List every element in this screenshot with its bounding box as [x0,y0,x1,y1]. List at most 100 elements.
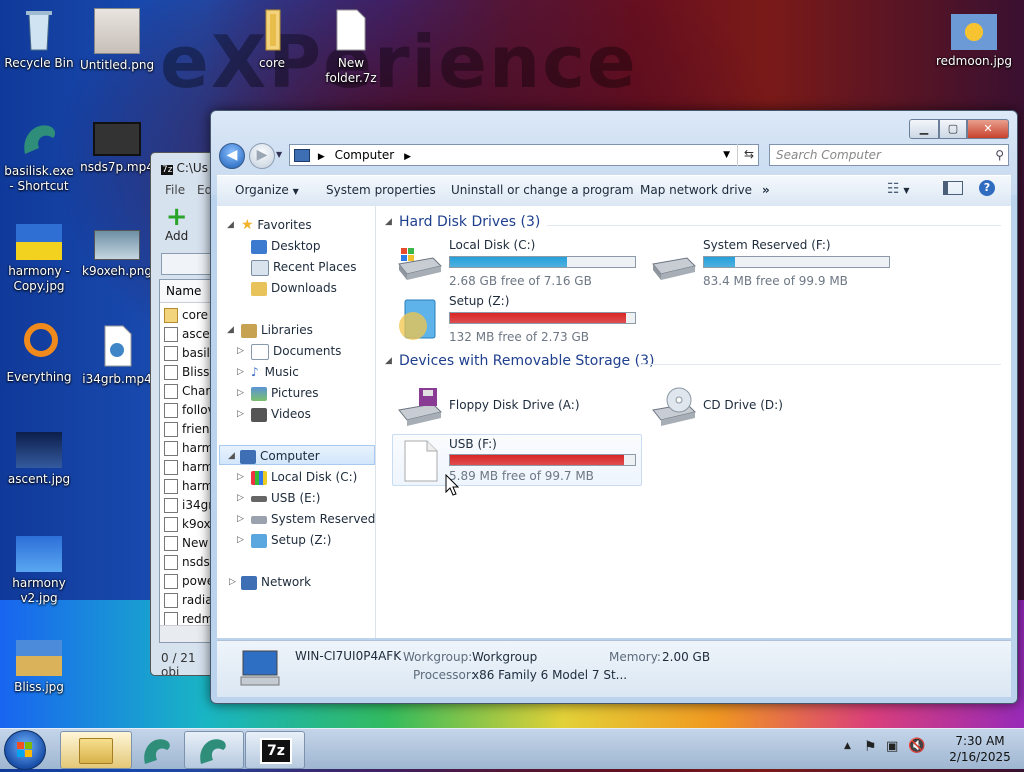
drive-system-reserved-f[interactable]: System Reserved (F:) 83.4 MB free of 99.… [649,238,899,290]
desktop-icon-everything[interactable]: Everything [1,322,77,385]
expand-arrow-icon[interactable]: ▷ [237,488,244,508]
expand-arrow-icon[interactable]: ▷ [237,530,244,550]
expand-arrow-icon[interactable]: ▷ [237,362,244,382]
nav-pictures[interactable]: ▷ Pictures [237,383,319,403]
organize-button[interactable]: Organize ▼ [235,183,299,197]
list-item[interactable]: radia [164,591,213,609]
change-view-button[interactable]: ☷ ▼ [887,181,910,197]
back-button[interactable]: ◀ [219,143,245,169]
taskbar-basilisk-2[interactable] [184,731,244,769]
forward-button[interactable]: ▶ [249,143,275,169]
navigation-pane[interactable]: ◢ ★ Favorites Desktop Recent Places Down… [217,206,376,638]
close-button[interactable]: ✕ [967,119,1009,139]
action-center-flag-icon[interactable]: ⚑ [864,739,877,755]
expand-arrow-icon[interactable]: ▷ [237,509,244,529]
search-input[interactable]: Search Computer ⚲ [769,144,1009,166]
expand-arrow-icon[interactable]: ▷ [237,404,244,424]
drive-cd-d[interactable]: CD Drive (D:) [649,382,899,434]
help-button[interactable]: ? [979,180,995,196]
list-item[interactable]: k9oxe [164,515,215,533]
7zip-menu-file[interactable]: File [165,183,185,197]
address-dropdown-icon[interactable]: ▼ [723,145,730,165]
nav-videos[interactable]: ▷ Videos [237,404,311,424]
nav-system-reserved-f[interactable]: ▷System Reserved (F:) [237,509,375,529]
taskbar-7zip[interactable]: 7z [245,731,305,769]
list-item[interactable]: follov [164,401,215,419]
nav-usb-e[interactable]: ▷ USB (E:) [237,488,320,508]
drives-view[interactable]: ◢ Hard Disk Drives (3) Local Disk (C:) 2… [377,206,1011,638]
nav-recent-places[interactable]: Recent Places [251,257,356,277]
drive-local-disk-c[interactable]: Local Disk (C:) 2.68 GB free of 7.16 GB [395,238,645,290]
address-chevron-icon[interactable]: ▶ [318,152,325,162]
nav-computer[interactable]: ◢ Computer [219,445,375,465]
list-item[interactable]: nsds7 [164,553,215,571]
expand-arrow-icon[interactable]: ▷ [229,572,236,592]
refresh-button[interactable]: ⇆ [737,144,760,166]
desktop-icon-ascent[interactable]: ascent.jpg [1,432,77,487]
list-item[interactable]: New [164,534,208,552]
nav-libraries[interactable]: ◢ Libraries [227,320,313,340]
desktop-icon-i34grb-mp4[interactable]: i34grb.mp4 [79,324,155,387]
start-button[interactable] [4,730,46,770]
address-bar[interactable]: ▶ Computer ▶ ▼ [289,144,759,166]
minimize-button[interactable]: ▁ [909,119,939,139]
desktop-icon-harmony-v2[interactable]: harmony v2.jpg [1,536,77,606]
list-item[interactable]: friend [164,420,215,438]
expand-arrow-icon[interactable]: ◢ [227,215,234,235]
taskbar-basilisk[interactable] [132,731,182,769]
list-item[interactable]: harm [164,477,213,495]
7zip-window[interactable]: 7z C:\Us File Ed + Add Name core ascen basi… [150,152,216,676]
desktop-icon-k9oxeh[interactable]: k9oxeh.png [79,230,155,279]
desktop-icon-recycle-bin[interactable]: Recycle Bin [1,8,77,71]
desktop-icon-new-folder-7z[interactable]: New folder.7z [313,8,389,86]
list-item[interactable]: Bliss. [164,363,213,381]
search-icon[interactable]: ⚲ [995,145,1004,165]
expand-arrow-icon[interactable]: ▷ [237,467,244,487]
desktop-icon-redmoon-jpg[interactable]: redmoon.jpg [936,14,1012,69]
list-item[interactable]: ascen [164,325,215,343]
nav-network[interactable]: ▷ Network [229,572,311,592]
network-icon[interactable]: ▣ [886,739,898,754]
collapse-arrow-icon[interactable]: ◢ [385,356,392,366]
desktop-icon-untitled-png[interactable]: Untitled.png [79,8,155,73]
nav-downloads[interactable]: Downloads [251,278,337,298]
group-hard-disk-drives[interactable]: ◢ Hard Disk Drives (3) [385,214,540,230]
7zip-file-list[interactable]: Name core ascen basili Bliss. Chara follov fri… [159,279,215,643]
show-hidden-icons-button[interactable]: ▲ [844,741,851,751]
list-item[interactable]: harm [164,439,213,457]
taskbar-explorer[interactable] [60,731,132,769]
drive-usb-f[interactable]: USB (F:) 5.89 MB free of 99.7 MB [392,434,642,486]
nav-setup-z[interactable]: ▷ Setup (Z:) [237,530,331,550]
address-segment-computer[interactable]: Computer [335,148,395,162]
nav-desktop[interactable]: Desktop [251,236,321,256]
preview-pane-button[interactable] [943,181,963,198]
drive-floppy-a[interactable]: Floppy Disk Drive (A:) [395,382,645,434]
clock[interactable]: 7:30 AM 2/16/2025 [942,733,1018,765]
group-removable-storage[interactable]: ◢ Devices with Removable Storage (3) [385,353,654,369]
map-network-drive-button[interactable]: Map network drive [640,183,752,197]
expand-arrow-icon[interactable]: ▷ [237,341,244,361]
nav-documents[interactable]: ▷ Documents [237,341,341,361]
desktop-icon-nsds7p-mp4[interactable]: nsds7p.mp4 [79,122,155,175]
desktop-icon-harmony-copy[interactable]: harmony - Copy.jpg [1,224,77,294]
recent-pages-dropdown[interactable]: ▼ [276,150,282,159]
desktop-icon-bliss[interactable]: Bliss.jpg [1,640,77,695]
more-commands-button[interactable]: » [762,183,770,197]
list-item[interactable]: basili [164,344,213,362]
maximize-button[interactable]: ▢ [939,119,967,139]
explorer-window[interactable]: ▁ ▢ ✕ ◀ ▶ ▼ ▶ Computer ▶ ▼ ⇆ Search Comp… [210,110,1018,704]
7zip-path-bar[interactable] [161,253,215,275]
nav-local-disk-c[interactable]: ▷ Local Disk (C:) [237,467,357,487]
list-item[interactable]: Chara [164,382,215,400]
expand-arrow-icon[interactable]: ▷ [237,383,244,403]
nav-music[interactable]: ▷ ♪ Music [237,362,299,382]
address-chevron-icon[interactable]: ▶ [404,152,411,162]
uninstall-program-button[interactable]: Uninstall or change a program [451,183,634,197]
expand-arrow-icon[interactable]: ◢ [228,446,235,466]
desktop-icon-core[interactable]: core [234,8,310,71]
system-properties-button[interactable]: System properties [326,183,436,197]
7zip-hscroll[interactable] [160,625,215,642]
volume-muted-icon[interactable]: 🔇 [908,738,925,754]
collapse-arrow-icon[interactable]: ◢ [385,217,392,227]
7zip-add-button[interactable]: + Add [165,204,188,243]
